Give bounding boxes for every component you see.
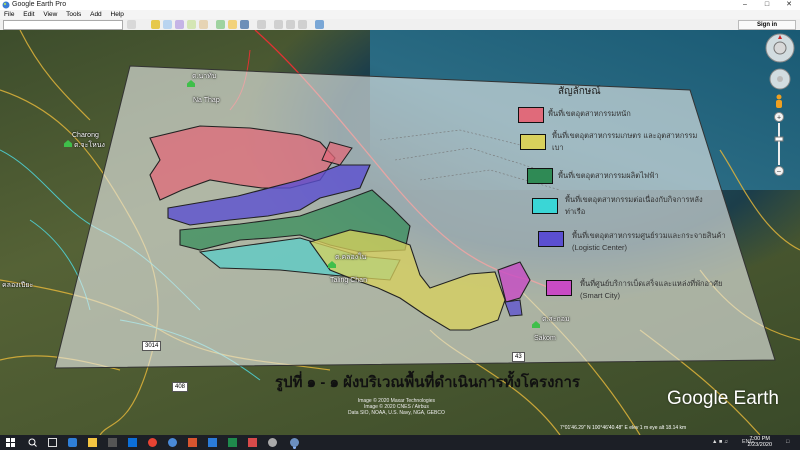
- minimize-button[interactable]: –: [734, 0, 756, 10]
- place-house-icon: [328, 261, 336, 268]
- place-house-icon: [532, 321, 540, 328]
- add-polygon-icon[interactable]: [163, 20, 172, 29]
- move-joystick-control[interactable]: [769, 68, 791, 90]
- menu-help[interactable]: Help: [111, 11, 124, 18]
- place-label-taling-chan: Taling Chan: [330, 277, 367, 284]
- file-explorer-icon[interactable]: [88, 438, 97, 447]
- coordinates-status: 7°01'46.29" N 100°46'40.48" E elev 1 m e…: [560, 425, 687, 431]
- excel-icon[interactable]: [228, 438, 237, 447]
- edge-browser-icon[interactable]: [68, 438, 77, 447]
- place-house-icon: [187, 80, 195, 87]
- notifications-icon[interactable]: □: [786, 439, 789, 445]
- imagery-credits: Image © 2020 Maxar Technologies Image © …: [348, 398, 445, 416]
- add-placemark-icon[interactable]: [151, 20, 160, 29]
- menu-file[interactable]: File: [4, 11, 14, 18]
- store-icon[interactable]: [108, 438, 117, 447]
- taskbar-clock[interactable]: 7:00 PM 2/23/2020: [748, 436, 772, 448]
- earth-3d-view[interactable]: ต.นาทับ Na Thap Charong ต.จะโหนง ต.คลองใ…: [0, 30, 800, 435]
- windows-start-icon[interactable]: [6, 438, 15, 447]
- road-43-shield: 43: [512, 352, 525, 362]
- historical-imagery-icon[interactable]: [216, 20, 225, 29]
- sidebar-toggle-icon[interactable]: [127, 20, 136, 29]
- search-icon[interactable]: [28, 438, 37, 447]
- app-icon-2[interactable]: [268, 438, 277, 447]
- record-tour-icon[interactable]: [199, 20, 208, 29]
- road-3014-shield: 3014: [142, 341, 162, 351]
- menu-bar: File Edit View Tools Add Help: [0, 10, 800, 19]
- legend-swatch-heavy: [518, 107, 544, 123]
- close-button[interactable]: ✕: [778, 0, 800, 10]
- legend-label-smart-city: พื้นที่ศูนย์บริการเบ็ดเสร็จและแหล่งที่พั…: [580, 279, 723, 300]
- word-icon[interactable]: [208, 438, 217, 447]
- print-icon[interactable]: [286, 20, 295, 29]
- legend-swatch-power: [527, 168, 553, 184]
- pdf-reader-icon[interactable]: [248, 438, 257, 447]
- sunlight-icon[interactable]: [228, 20, 237, 29]
- image-overlay-icon[interactable]: [187, 20, 196, 29]
- place-label-sakom-thai: ต.สะกอม: [542, 316, 570, 323]
- zoom-slider[interactable]: + –: [773, 112, 785, 176]
- task-view-icon[interactable]: [48, 438, 57, 447]
- legend-swatch-agro: [520, 134, 546, 150]
- menu-edit[interactable]: Edit: [23, 11, 34, 18]
- road-408-shield: 408: [172, 382, 189, 392]
- mail-icon[interactable]: [128, 438, 137, 447]
- powerpoint-icon[interactable]: [188, 438, 197, 447]
- place-label-sakom: Sakom: [534, 335, 556, 342]
- place-house-icon: [64, 140, 72, 147]
- menu-tools[interactable]: Tools: [66, 11, 81, 18]
- legend-label-agro: พื้นที่เขตอุตสาหกรรมเกษตร และอุตสาหกรรมเ…: [552, 131, 698, 152]
- planets-icon[interactable]: [240, 20, 249, 29]
- ruler-icon[interactable]: [257, 20, 266, 29]
- legend-label-port: พื้นที่เขตอุตสาหกรรมต่อเนื่องกับกิจการหล…: [565, 195, 703, 216]
- windows-taskbar: ▲ ■ ♫ ENG 7:00 PM 2/23/2020 □: [0, 435, 800, 450]
- sidebar-search-field[interactable]: [3, 20, 123, 30]
- google-earth-taskbar-icon[interactable]: [290, 438, 299, 447]
- google-maps-icon[interactable]: [315, 20, 324, 29]
- zoom-in-icon: +: [777, 115, 781, 122]
- zoom-out-icon: –: [777, 169, 781, 176]
- system-tray-icons[interactable]: ▲ ■ ♫: [712, 439, 728, 445]
- window-title: Google Earth Pro: [12, 1, 67, 8]
- sign-in-button[interactable]: Sign in: [738, 20, 796, 30]
- place-label-cha-nong: ต.จะโหนง: [74, 142, 105, 149]
- figure-caption: รูปที่ ๑ - ๑ ผังบริเวณพื้นที่ดำเนินการทั…: [275, 374, 580, 391]
- title-bar: Google Earth Pro – □ ✕: [0, 0, 800, 10]
- place-label-khlong-nai: ต.คลองใน: [335, 254, 367, 261]
- add-path-icon[interactable]: [175, 20, 184, 29]
- legend-label-power: พื้นที่เขตอุตสาหกรรมผลิตไฟฟ้า: [558, 171, 659, 180]
- legend-title: สัญลักษณ์: [558, 86, 601, 97]
- place-label-khlong-pia: คลองเปียะ: [2, 282, 34, 289]
- save-image-icon[interactable]: [298, 20, 307, 29]
- google-earth-app-icon: [2, 1, 10, 9]
- email-icon[interactable]: [274, 20, 283, 29]
- menu-view[interactable]: View: [43, 11, 57, 18]
- street-view-pegman-icon[interactable]: [772, 94, 786, 110]
- legend-swatch-logistic: [538, 231, 564, 247]
- legend-label-logistic: พื้นที่เขตอุตสาหกรรมศูนย์รวมและกระจายสิน…: [572, 231, 726, 252]
- app-icon[interactable]: [168, 438, 177, 447]
- place-label-na-thap-thai: ต.นาทับ: [192, 73, 217, 80]
- legend-label-heavy: พื้นที่เขตอุตสาหกรรมหนัก: [548, 109, 631, 118]
- maximize-button[interactable]: □: [756, 0, 778, 10]
- menu-add[interactable]: Add: [90, 11, 102, 18]
- place-label-charong: Charong: [72, 132, 99, 139]
- chrome-icon[interactable]: [148, 438, 157, 447]
- legend-swatch-smart-city: [546, 280, 572, 296]
- legend-swatch-port: [532, 198, 558, 214]
- look-compass-control[interactable]: [764, 32, 796, 64]
- google-earth-logo: Google Earth: [667, 388, 779, 409]
- place-label-na-thap: Na Thap: [193, 97, 220, 104]
